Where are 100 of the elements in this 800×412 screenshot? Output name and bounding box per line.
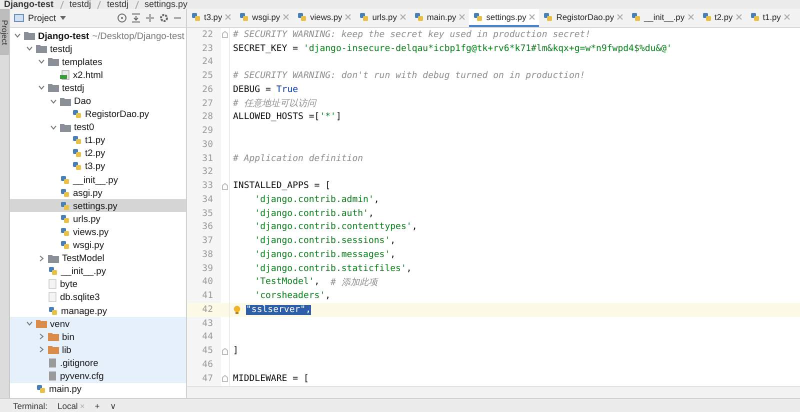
code-line: 'django.contrib.contenttypes', (254, 222, 418, 232)
line-number: 46 (187, 358, 221, 372)
terminal-tab[interactable]: Local (57, 400, 78, 410)
tree-item[interactable]: Django-test ~/Desktop/Django-test (10, 29, 186, 42)
chevron-icon[interactable] (38, 254, 45, 262)
file-icon (48, 292, 57, 302)
chevron-icon[interactable] (38, 84, 45, 92)
tree-item[interactable]: pyvenv.cfg (10, 369, 186, 383)
editor-tab[interactable]: wsgi.py (235, 9, 294, 27)
tree-item[interactable]: byte (10, 278, 186, 291)
chevron-icon[interactable] (38, 58, 45, 66)
chevron-icon[interactable] (50, 98, 57, 105)
fold-marker-icon[interactable] (222, 31, 228, 38)
chevron-icon[interactable] (50, 124, 57, 131)
close-icon[interactable] (529, 14, 536, 20)
chevron-icon[interactable] (26, 320, 33, 328)
close-icon[interactable] (225, 14, 232, 20)
fold-marker-icon[interactable] (222, 375, 228, 382)
settings-icon[interactable] (159, 13, 169, 23)
tree-item[interactable]: wsgi.py (10, 238, 186, 252)
editor-tab[interactable]: RegistorDao.py (539, 9, 628, 27)
tree-item[interactable]: bin (10, 330, 186, 344)
locate-icon[interactable] (117, 13, 127, 23)
tree-item[interactable]: lib (10, 343, 186, 356)
chevron-icon[interactable]: ∨ (110, 400, 117, 410)
tree-item[interactable]: main.py (10, 382, 186, 396)
tree-item[interactable]: views.py (10, 225, 186, 238)
editor-tab[interactable]: t2.py (698, 9, 746, 27)
folder-icon (24, 31, 35, 40)
tree-item[interactable]: test0 (10, 120, 186, 134)
code-line: 'django.contrib.admin', (254, 194, 380, 205)
chevron-icon[interactable] (14, 32, 21, 40)
line-number: 45 (187, 344, 221, 358)
collapse-all-icon[interactable] (145, 13, 155, 23)
tree-item[interactable]: templates (10, 55, 186, 68)
tree-item[interactable]: asgi.py (10, 186, 186, 200)
close-icon[interactable] (688, 14, 694, 20)
line-number: 43 (187, 316, 221, 330)
code-line: # SECURITY WARNING: don't run with debug turned on in production! (232, 71, 586, 82)
python-file-icon (414, 12, 424, 22)
chevron-icon[interactable] (38, 346, 45, 354)
tree-item[interactable]: __init__.py (10, 173, 186, 186)
folder-icon (48, 254, 59, 263)
close-icon[interactable] (459, 14, 466, 20)
breadcrumb-item[interactable]: testdj (70, 0, 92, 9)
editor-tab[interactable]: views.py (293, 9, 356, 27)
editor-tab[interactable]: urls.py (355, 9, 410, 27)
line-number: 33 (187, 179, 221, 193)
terminal-label: Terminal: (13, 400, 48, 410)
line-number: 34 (187, 193, 221, 207)
close-icon[interactable] (400, 14, 406, 20)
tree-item[interactable]: TestModel (10, 252, 186, 265)
editor-tab[interactable]: t3.py (187, 9, 236, 27)
lightbulb-icon[interactable] (233, 304, 241, 315)
line-number: 24 (187, 56, 221, 70)
tree-item[interactable]: manage.py (10, 304, 186, 318)
close-icon[interactable] (283, 14, 290, 20)
python-file-icon (60, 240, 70, 250)
tree-item[interactable]: .gitignore (10, 356, 186, 370)
project-tool-tab[interactable]: Project (0, 9, 9, 55)
code-line: 'django.contrib.messages', (254, 250, 396, 260)
add-icon[interactable]: + (94, 400, 100, 410)
tree-item[interactable]: t1.py (10, 134, 186, 147)
line-number: 28 (187, 110, 221, 124)
dropdown-caret-icon[interactable] (60, 16, 66, 20)
code-line: # Application definition (232, 154, 364, 164)
close-icon[interactable] (617, 14, 624, 20)
panel-title[interactable]: Project (28, 13, 56, 23)
tree-item[interactable]: __init__.py (10, 264, 186, 278)
breadcrumb-item[interactable]: Django-test (4, 0, 54, 9)
code-line: DEBUG = True (232, 84, 298, 95)
tree-item[interactable]: settings.py (10, 199, 186, 212)
editor-tab[interactable]: t1.py (746, 9, 794, 27)
close-icon[interactable] (345, 14, 352, 20)
python-file-icon (72, 161, 82, 172)
editor-tab[interactable]: main.py (410, 9, 470, 27)
fold-marker-icon[interactable] (222, 348, 228, 355)
fold-marker-icon[interactable] (222, 182, 228, 190)
tree-item[interactable]: urls.py (10, 212, 186, 226)
tree-item[interactable]: testdj (10, 81, 186, 94)
chevron-icon[interactable] (38, 333, 45, 340)
breadcrumb-item[interactable]: testdj (107, 0, 129, 9)
breadcrumb-item[interactable]: settings.py (144, 0, 188, 9)
code-line: 'corsheaders', (254, 291, 331, 302)
tree-item[interactable]: t2.py (10, 146, 186, 160)
tree-item[interactable]: Dao (10, 94, 186, 108)
close-icon[interactable] (736, 14, 742, 20)
python-file-icon (359, 12, 370, 22)
editor-tab[interactable]: settings.py (469, 9, 540, 27)
tree-item[interactable]: db.sqlite3 (10, 290, 186, 304)
close-icon[interactable] (784, 14, 790, 20)
tree-item[interactable]: RegistorDao.py (10, 108, 186, 121)
line-number: 35 (187, 206, 221, 220)
expand-all-icon[interactable] (131, 13, 141, 23)
tree-item[interactable]: venv (10, 317, 186, 330)
editor-tab[interactable]: __init__.py (627, 9, 698, 27)
tree-item[interactable]: x2.html (10, 68, 186, 82)
tree-item[interactable]: t3.py (10, 160, 186, 174)
chevron-icon[interactable] (26, 45, 33, 52)
tree-item[interactable]: testdj (10, 42, 186, 56)
